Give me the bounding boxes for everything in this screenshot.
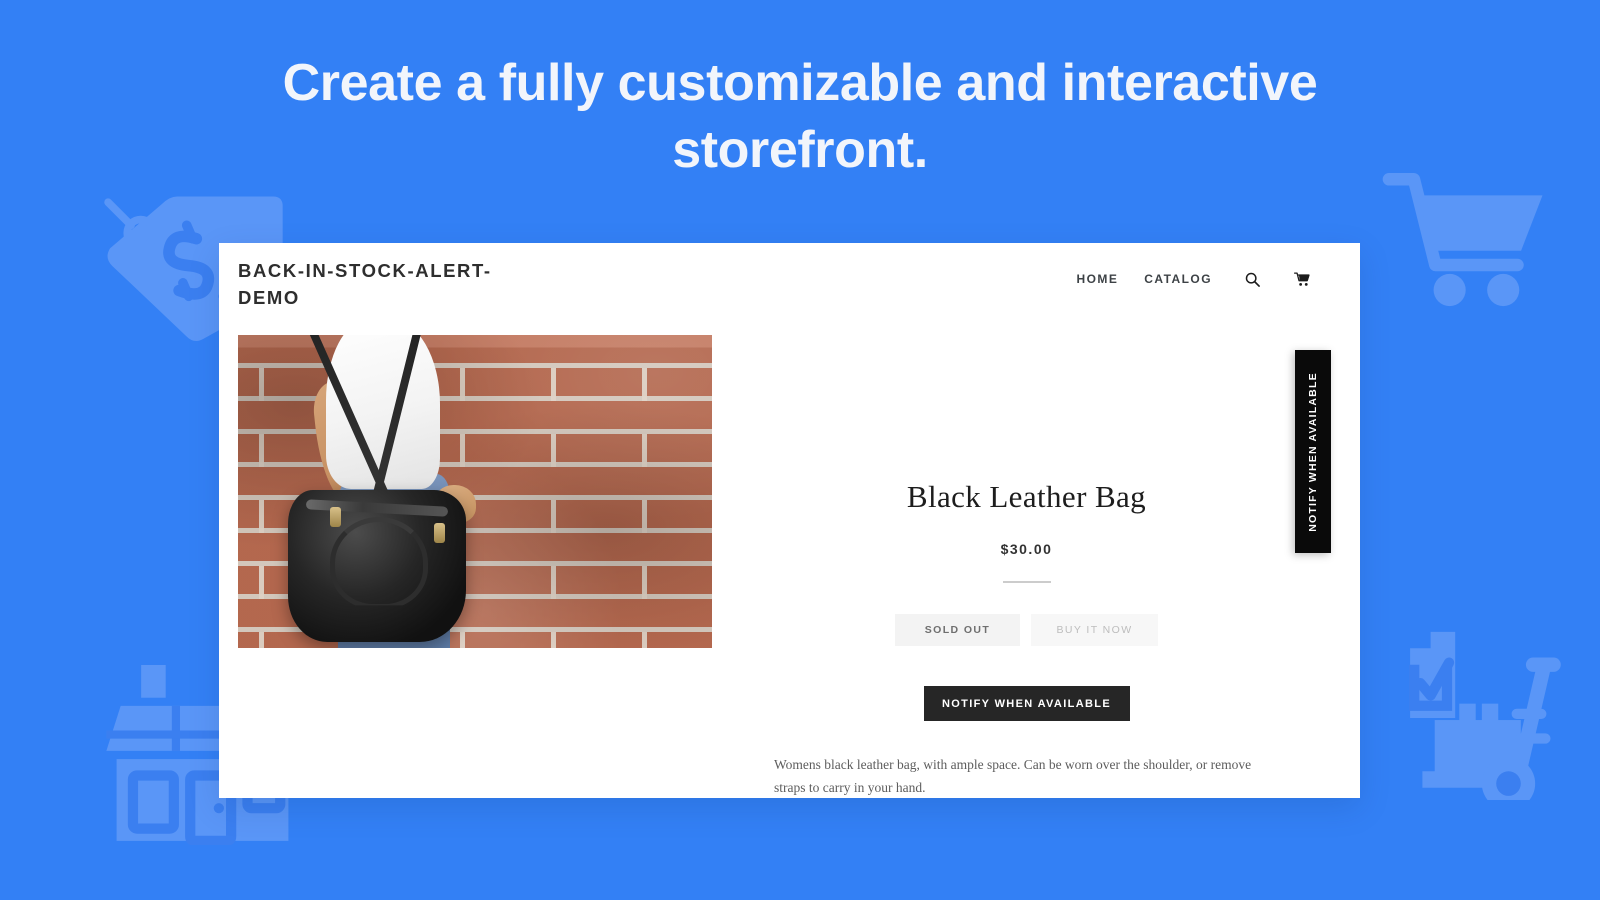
delivery-handtruck-icon — [1365, 595, 1570, 811]
product-section: Black Leather Bag $30.00 SOLD OUT BUY IT… — [219, 335, 1360, 798]
product-price: $30.00 — [1000, 541, 1053, 557]
notify-side-tab[interactable]: NOTIFY WHEN AVAILABLE — [1295, 350, 1331, 553]
bag-clasp-right — [434, 523, 445, 543]
store-nav: HOME CATALOG — [1076, 252, 1312, 289]
sold-out-button[interactable]: SOLD OUT — [895, 614, 1020, 646]
page-title: Create a fully customizable and interact… — [282, 54, 1318, 179]
product-details: Black Leather Bag $30.00 SOLD OUT BUY IT… — [712, 335, 1341, 798]
nav-link-home[interactable]: HOME — [1076, 272, 1118, 286]
cart-icon[interactable] — [1292, 269, 1312, 289]
product-description: Womens black leather bag, with ample spa… — [774, 757, 1252, 796]
product-image[interactable] — [238, 335, 712, 648]
price-divider — [1002, 581, 1051, 583]
purchase-buttons: SOLD OUT BUY IT NOW — [772, 614, 1281, 646]
search-icon[interactable] — [1242, 269, 1262, 289]
store-logo[interactable]: BACK-IN-STOCK-ALERT-DEMO — [238, 252, 498, 312]
storefront-preview-card: BACK-IN-STOCK-ALERT-DEMO HOME CATALOG Bl… — [219, 243, 1360, 798]
notify-side-tab-label: NOTIFY WHEN AVAILABLE — [1307, 371, 1319, 532]
product-title: Black Leather Bag — [906, 479, 1147, 514]
bag-handle — [330, 517, 428, 606]
nav-link-catalog[interactable]: CATALOG — [1144, 272, 1212, 286]
buy-it-now-button[interactable]: BUY IT NOW — [1031, 614, 1158, 646]
bag-clasp-left — [330, 507, 341, 527]
store-header: BACK-IN-STOCK-ALERT-DEMO HOME CATALOG — [219, 243, 1360, 335]
shopping-cart-icon — [1375, 165, 1560, 315]
notify-when-available-button[interactable]: NOTIFY WHEN AVAILABLE — [923, 686, 1130, 721]
